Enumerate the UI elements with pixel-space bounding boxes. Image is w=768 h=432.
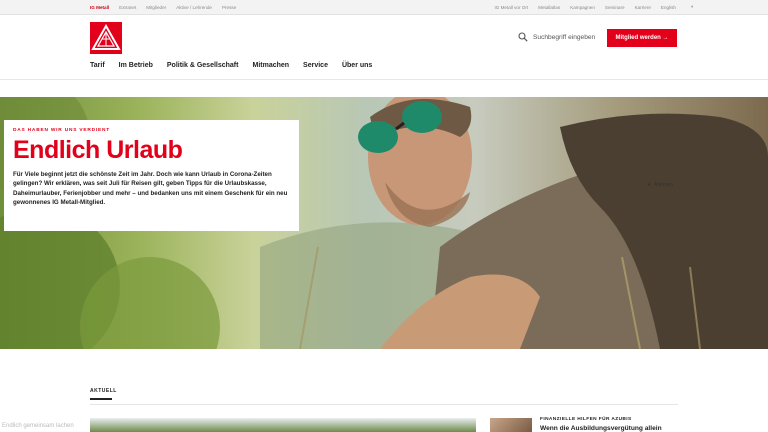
side-article-title[interactable]: Wenn die Ausbildungsvergütung allein bbox=[540, 425, 662, 432]
nav-item-tarif[interactable]: Tarif bbox=[90, 62, 105, 69]
section-label-aktuell: AKTUELL bbox=[90, 388, 117, 394]
nav-item-politik[interactable]: Politik & Gesellschaft bbox=[167, 62, 239, 69]
nav-item-mitmachen[interactable]: Mitmachen bbox=[252, 62, 289, 69]
top-link-ig-metall[interactable]: IG Metall bbox=[90, 5, 109, 10]
section-divider bbox=[90, 404, 678, 405]
top-link-aktive[interactable]: Aktive / Lehrende bbox=[176, 5, 212, 10]
top-links-left: IG Metall Extranet Mitglieder Aktive / L… bbox=[90, 0, 236, 15]
ghost-caption: Endlich gemeinsam lachen bbox=[2, 423, 74, 429]
search-box[interactable]: Suchbegriff eingeben bbox=[518, 32, 595, 42]
news-card-image[interactable] bbox=[90, 418, 476, 432]
top-link-presse[interactable]: Presse bbox=[222, 5, 236, 10]
top-link-extranet[interactable]: Extranet bbox=[119, 5, 136, 10]
top-link-mitglieder[interactable]: Mitglieder bbox=[146, 5, 166, 10]
site-header: Suchbegriff eingeben Mitglied werden → T… bbox=[0, 15, 768, 80]
listen-button[interactable]: ◂ Anhören bbox=[647, 181, 673, 189]
side-article-thumbnail[interactable] bbox=[490, 418, 532, 432]
ig-metall-logo-mark bbox=[90, 22, 122, 54]
hero-teaser-box[interactable]: DAS HABEN WIR UNS VERDIENT Endlich Urlau… bbox=[4, 120, 299, 231]
search-placeholder[interactable]: Suchbegriff eingeben bbox=[533, 34, 595, 41]
ig-metall-logo[interactable] bbox=[90, 22, 122, 54]
listen-label: Anhören bbox=[654, 181, 673, 188]
top-link-karriere[interactable]: Karriere bbox=[635, 5, 651, 10]
hero-kicker: DAS HABEN WIR UNS VERDIENT bbox=[13, 128, 111, 133]
hero-title[interactable]: Endlich Urlaub bbox=[13, 137, 290, 164]
top-link-seminare[interactable]: Seminare bbox=[605, 5, 625, 10]
nav-item-im-betrieb[interactable]: Im Betrieb bbox=[119, 62, 153, 69]
speaker-icon: ◂ bbox=[647, 182, 651, 188]
top-link-english[interactable]: English bbox=[661, 5, 676, 10]
section-underline bbox=[90, 398, 112, 400]
top-link-metallatlas[interactable]: Metallatlas bbox=[538, 5, 560, 10]
nav-item-service[interactable]: Service bbox=[303, 62, 328, 69]
top-link-kampagnen[interactable]: Kampagnen bbox=[570, 5, 595, 10]
top-utility-bar: IG Metall Extranet Mitglieder Aktive / L… bbox=[0, 0, 768, 15]
main-navigation: Tarif Im Betrieb Politik & Gesellschaft … bbox=[90, 62, 372, 69]
become-member-button[interactable]: Mitglied werden → bbox=[607, 29, 677, 47]
side-article-kicker: FINANZIELLE HILFEN FÜR AZUBIS bbox=[540, 417, 632, 422]
hero-text: Für Viele beginnt jetzt die schönste Zei… bbox=[13, 171, 288, 207]
nav-item-ueber-uns[interactable]: Über uns bbox=[342, 62, 372, 69]
moon-icon[interactable]: ◐ bbox=[691, 4, 694, 10]
top-link-vor-ort[interactable]: IG Metall vor Ort bbox=[494, 5, 528, 10]
top-links-right: IG Metall vor Ort Metallatlas Kampagnen … bbox=[494, 0, 694, 15]
search-icon[interactable] bbox=[518, 32, 528, 42]
